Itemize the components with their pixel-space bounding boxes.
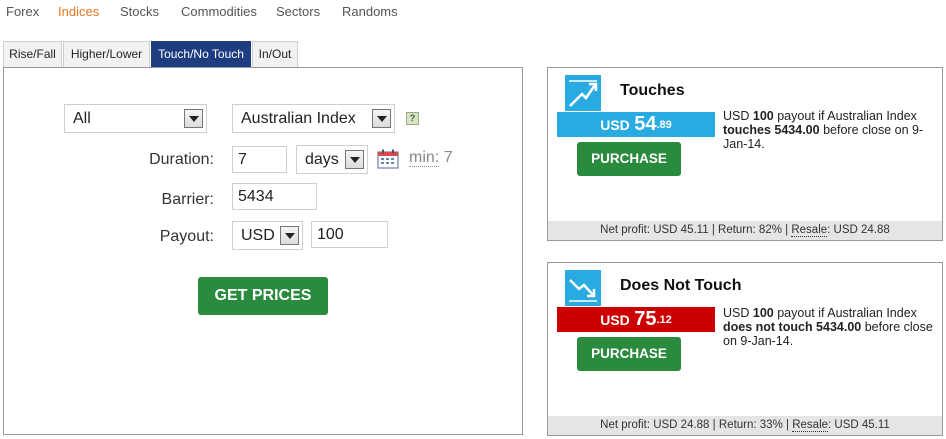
separator: | xyxy=(711,224,715,236)
contract-card-no-touch: Does Not Touch USD 75.12 PURCHASE USD 10… xyxy=(547,262,943,436)
payout-input[interactable]: 100 xyxy=(311,221,388,248)
resale-value: : USD 24.88 xyxy=(827,224,890,236)
barrier-input[interactable]: 5434 xyxy=(232,183,317,210)
duration-unit-select[interactable]: days xyxy=(296,145,368,174)
contract-description: USD 100 payout if Australian Index does … xyxy=(723,306,938,348)
contract-card-touches: Touches USD 54.89 PURCHASE USD 100 payou… xyxy=(547,67,943,241)
chevron-down-icon[interactable] xyxy=(345,150,364,169)
desc-condition: touches 5434.00 xyxy=(723,123,820,137)
min-value: 7 xyxy=(443,149,453,166)
payout-label: Payout: xyxy=(159,228,214,245)
desc-amount: 100 xyxy=(752,306,774,320)
price-main: 75 xyxy=(634,308,657,330)
payout-currency-value: USD xyxy=(241,227,275,244)
tab-higher-lower[interactable]: Higher/Lower xyxy=(63,41,150,68)
desc-condition: does not touch 5434.00 xyxy=(723,320,862,334)
min-label: min: xyxy=(409,149,440,167)
nav-sectors[interactable]: Sectors xyxy=(276,4,320,19)
category-select-value: All xyxy=(73,110,91,127)
chevron-down-icon[interactable] xyxy=(280,226,299,245)
min-duration: min: 7 xyxy=(409,149,453,167)
nav-commodities[interactable]: Commodities xyxy=(181,4,257,19)
price-badge: USD 54.89 xyxy=(557,112,715,137)
duration-unit-value: days xyxy=(305,151,339,168)
no-touch-arrow-icon xyxy=(565,270,601,306)
desc-currency: USD xyxy=(723,109,750,123)
desc-currency: USD xyxy=(723,306,750,320)
top-nav: Forex Indices Stocks Commodities Sectors… xyxy=(0,0,946,26)
payout-currency-select[interactable]: USD xyxy=(232,221,303,250)
nav-stocks[interactable]: Stocks xyxy=(120,4,159,19)
purchase-button[interactable]: PURCHASE xyxy=(577,142,681,176)
pricing-form: All Australian Index ? Duration: 7 days … xyxy=(3,67,523,435)
duration-input[interactable]: 7 xyxy=(232,146,287,173)
tab-rise-fall[interactable]: Rise/Fall xyxy=(3,41,62,68)
resale-label[interactable]: Resale xyxy=(791,224,828,237)
nav-forex[interactable]: Forex xyxy=(6,4,39,19)
contract-description: USD 100 payout if Australian Index touch… xyxy=(723,109,938,151)
net-profit: Net profit: USD 45.11 xyxy=(600,224,709,236)
calendar-icon[interactable] xyxy=(377,149,399,169)
tab-touch-no-touch[interactable]: Touch/No Touch xyxy=(151,41,251,68)
tab-in-out[interactable]: In/Out xyxy=(252,41,298,68)
nav-indices[interactable]: Indices xyxy=(58,4,99,19)
price-currency: USD xyxy=(600,117,630,133)
desc-text: payout if Australian Index xyxy=(777,109,917,123)
desc-text: payout if Australian Index xyxy=(777,306,917,320)
contract-footer: Net profit: USD 45.11 | Return: 82% | Re… xyxy=(548,221,942,240)
purchase-button[interactable]: PURCHASE xyxy=(577,337,681,371)
barrier-label: Barrier: xyxy=(161,191,214,208)
help-icon[interactable]: ? xyxy=(406,112,419,125)
price-cents: .89 xyxy=(656,119,672,131)
category-select[interactable]: All xyxy=(64,104,207,133)
return-pct: Return: 82% xyxy=(718,224,782,236)
price-cents: .12 xyxy=(656,314,672,326)
contract-title: Touches xyxy=(620,82,685,99)
chevron-down-icon[interactable] xyxy=(184,109,203,128)
resale-value: : USD 45.11 xyxy=(828,419,890,431)
net-profit: Net profit: USD 24.88 xyxy=(600,419,710,431)
separator: | xyxy=(786,419,790,431)
separator: | xyxy=(785,224,789,236)
touch-arrow-icon xyxy=(565,75,601,111)
resale-label[interactable]: Resale xyxy=(792,419,829,432)
price-main: 54 xyxy=(634,113,657,135)
price-badge: USD 75.12 xyxy=(557,307,715,332)
chevron-down-icon[interactable] xyxy=(372,109,391,128)
duration-label: Duration: xyxy=(149,151,214,168)
underlying-select-value: Australian Index xyxy=(241,110,356,127)
desc-amount: 100 xyxy=(752,109,774,123)
separator: | xyxy=(712,419,716,431)
contract-title: Does Not Touch xyxy=(620,277,742,294)
nav-randoms[interactable]: Randoms xyxy=(342,4,398,19)
contract-footer: Net profit: USD 24.88 | Return: 33% | Re… xyxy=(548,416,942,435)
price-currency: USD xyxy=(600,312,630,328)
return-pct: Return: 33% xyxy=(718,419,783,431)
get-prices-button[interactable]: GET PRICES xyxy=(198,277,328,315)
underlying-select[interactable]: Australian Index xyxy=(232,104,395,133)
